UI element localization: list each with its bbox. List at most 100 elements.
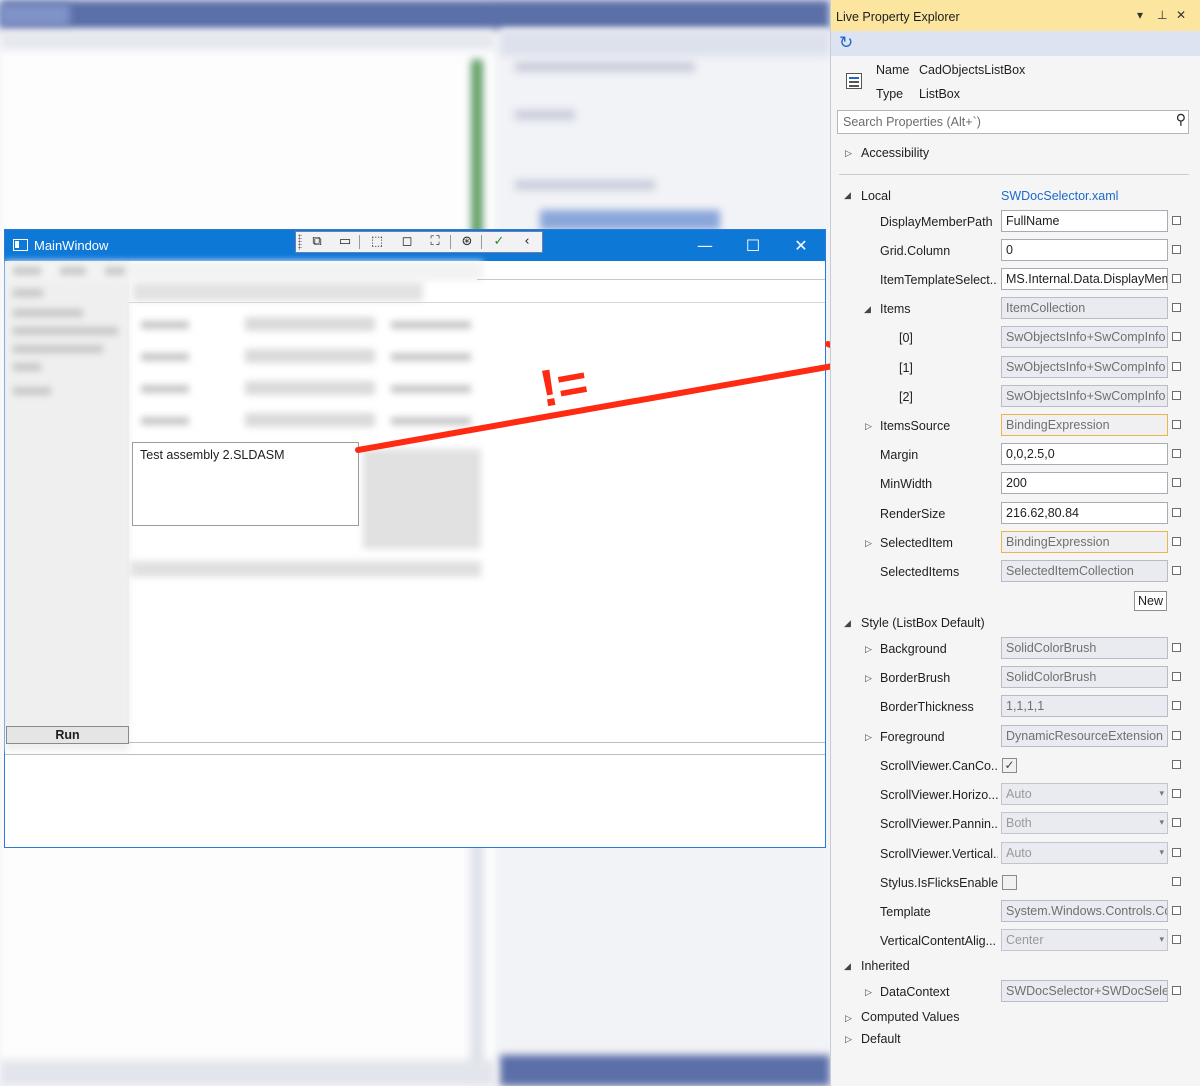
expand-arrow-icon[interactable]: ▷ — [865, 733, 872, 743]
maximize-button[interactable]: ☐ — [729, 230, 777, 261]
property-marker[interactable] — [1172, 245, 1181, 254]
property-marker[interactable] — [1172, 332, 1181, 341]
divider — [477, 279, 825, 280]
name-label: Name — [876, 63, 910, 77]
run-button[interactable]: Run — [6, 726, 129, 744]
expand-arrow-icon[interactable]: ▷ — [845, 149, 852, 159]
layout-adorners-icon[interactable]: ◻ — [396, 233, 418, 251]
expand-arrow-icon[interactable]: ▷ — [865, 645, 872, 655]
combo-scrollviewer-panning[interactable]: Both ▾ — [1001, 812, 1168, 834]
combo-scrollviewer-horizontal[interactable]: Auto ▾ — [1001, 783, 1168, 805]
collapse-arrow-icon[interactable]: ◢ — [864, 305, 871, 315]
section-default[interactable]: Default — [861, 1032, 901, 1046]
prop-value-margin[interactable]: 0,0,2.5,0 — [1001, 443, 1168, 465]
section-style[interactable]: Style (ListBox Default) — [861, 616, 985, 630]
prop-value-rendersize[interactable]: 216.62,80.84 — [1001, 502, 1168, 524]
listbox-item[interactable]: Test assembly 2.SLDASM — [140, 448, 285, 462]
prop-value-itemssource[interactable]: BindingExpression — [1001, 414, 1168, 436]
property-marker[interactable] — [1172, 986, 1181, 995]
property-marker[interactable] — [1172, 701, 1181, 710]
property-marker[interactable] — [1172, 848, 1181, 857]
property-marker[interactable] — [1172, 935, 1181, 944]
cad-objects-listbox[interactable]: Test assembly 2.SLDASM — [132, 442, 359, 526]
prop-label-selecteditems: SelectedItems — [880, 565, 960, 579]
prop-value-selecteditem[interactable]: BindingExpression — [1001, 531, 1168, 553]
prop-label-minwidth: MinWidth — [880, 477, 933, 491]
nav-item — [13, 289, 43, 297]
expand-arrow-icon[interactable]: ▷ — [865, 988, 872, 998]
chevron-down-icon[interactable]: ▾ — [1159, 784, 1164, 804]
minimize-button[interactable]: — — [681, 230, 729, 261]
property-marker[interactable] — [1172, 420, 1181, 429]
chevron-down-icon[interactable]: ▾ — [1159, 930, 1164, 950]
collapse-arrow-icon[interactable]: ◢ — [844, 619, 851, 629]
expand-arrow-icon[interactable]: ▷ — [845, 1014, 852, 1024]
select-element-icon[interactable]: ⬚ — [366, 233, 388, 251]
editor-navigation-bar — [0, 30, 495, 50]
prop-label-margin: Margin — [880, 448, 919, 462]
property-marker[interactable] — [1172, 672, 1181, 681]
lpe-toolbar: ↻ — [831, 31, 1200, 56]
property-marker[interactable] — [1172, 818, 1181, 827]
display-adorners-icon[interactable]: ▭ — [334, 233, 356, 251]
combo-scrollviewer-vertical[interactable]: Auto ▾ — [1001, 842, 1168, 864]
property-marker[interactable] — [1172, 274, 1181, 283]
prop-value-displaymemberpath[interactable]: FullName — [1001, 210, 1168, 232]
property-marker[interactable] — [1172, 478, 1181, 487]
hot-reload-ok-icon[interactable]: ✓ — [488, 233, 510, 251]
collapse-toolbar-icon[interactable]: ‹ — [516, 233, 538, 251]
section-accessibility[interactable]: Accessibility — [861, 146, 929, 160]
property-marker[interactable] — [1172, 731, 1181, 740]
property-marker[interactable] — [1172, 537, 1181, 546]
toolbar-grip[interactable] — [298, 234, 302, 250]
property-marker[interactable] — [1172, 449, 1181, 458]
search-input[interactable] — [838, 111, 1158, 133]
pin-icon[interactable]: ⊥ — [1157, 8, 1167, 22]
section-local[interactable]: Local — [861, 189, 891, 203]
section-inherited[interactable]: Inherited — [861, 959, 910, 973]
close-icon[interactable]: ✕ — [1176, 8, 1186, 22]
go-to-live-visual-tree-icon[interactable]: ⧉ — [306, 233, 328, 251]
prop-value-grid-column[interactable]: 0 — [1001, 239, 1168, 261]
checkbox-checked[interactable]: ✓ — [1002, 758, 1017, 773]
chevron-down-icon[interactable]: ▾ — [1159, 813, 1164, 833]
expand-arrow-icon[interactable]: ▷ — [865, 422, 872, 432]
toolbar-separator — [481, 235, 482, 249]
search-icon[interactable]: ⚲ — [1176, 112, 1186, 128]
property-marker[interactable] — [1172, 877, 1181, 886]
collapse-arrow-icon[interactable]: ◢ — [844, 191, 851, 201]
checkbox-unchecked[interactable] — [1002, 875, 1017, 890]
expand-arrow-icon[interactable]: ▷ — [845, 1035, 852, 1045]
new-button[interactable]: New — [1134, 591, 1167, 611]
expand-arrow-icon[interactable]: ▷ — [865, 539, 872, 549]
track-focus-icon[interactable]: ⛶ — [424, 233, 446, 251]
chevron-down-icon[interactable]: ▾ — [1159, 843, 1164, 863]
section-computed-values[interactable]: Computed Values — [861, 1010, 959, 1024]
local-source-link[interactable]: SWDocSelector.xaml — [1001, 189, 1118, 203]
prop-value-itemtemplateselector[interactable]: MS.Internal.Data.DisplayMemberTemplateSe… — [1001, 268, 1168, 290]
property-marker[interactable] — [1172, 789, 1181, 798]
combo-verticalcontentalignment[interactable]: Center ▾ — [1001, 929, 1168, 951]
property-marker[interactable] — [1172, 566, 1181, 575]
property-marker[interactable] — [1172, 643, 1181, 652]
property-marker[interactable] — [1172, 906, 1181, 915]
binding-failures-icon[interactable]: ⊛ — [456, 233, 478, 251]
prop-value-minwidth[interactable]: 200 — [1001, 472, 1168, 494]
property-marker[interactable] — [1172, 760, 1181, 769]
lpe-titlebar[interactable]: Live Property Explorer ▾ ⊥ ✕ — [831, 0, 1200, 31]
property-marker[interactable] — [1172, 508, 1181, 517]
expand-arrow-icon[interactable]: ▷ — [865, 674, 872, 684]
diagnostic-chart — [540, 210, 720, 230]
collapse-arrow-icon[interactable]: ◢ — [844, 962, 851, 972]
refresh-icon[interactable]: ↻ — [839, 33, 853, 53]
combo-value: Center — [1006, 933, 1044, 947]
search-properties-box[interactable]: ⚲ — [837, 110, 1189, 134]
window-position-dropdown-icon[interactable]: ▾ — [1137, 8, 1143, 22]
property-marker[interactable] — [1172, 216, 1181, 225]
main-window-titlebar[interactable]: MainWindow ⧉ ▭ ⬚ ◻ ⛶ ⊛ ✓ ‹ — ☐ ✕ — [5, 230, 825, 261]
close-button[interactable]: ✕ — [777, 230, 825, 261]
property-marker[interactable] — [1172, 391, 1181, 400]
property-marker[interactable] — [1172, 362, 1181, 371]
property-marker[interactable] — [1172, 303, 1181, 312]
